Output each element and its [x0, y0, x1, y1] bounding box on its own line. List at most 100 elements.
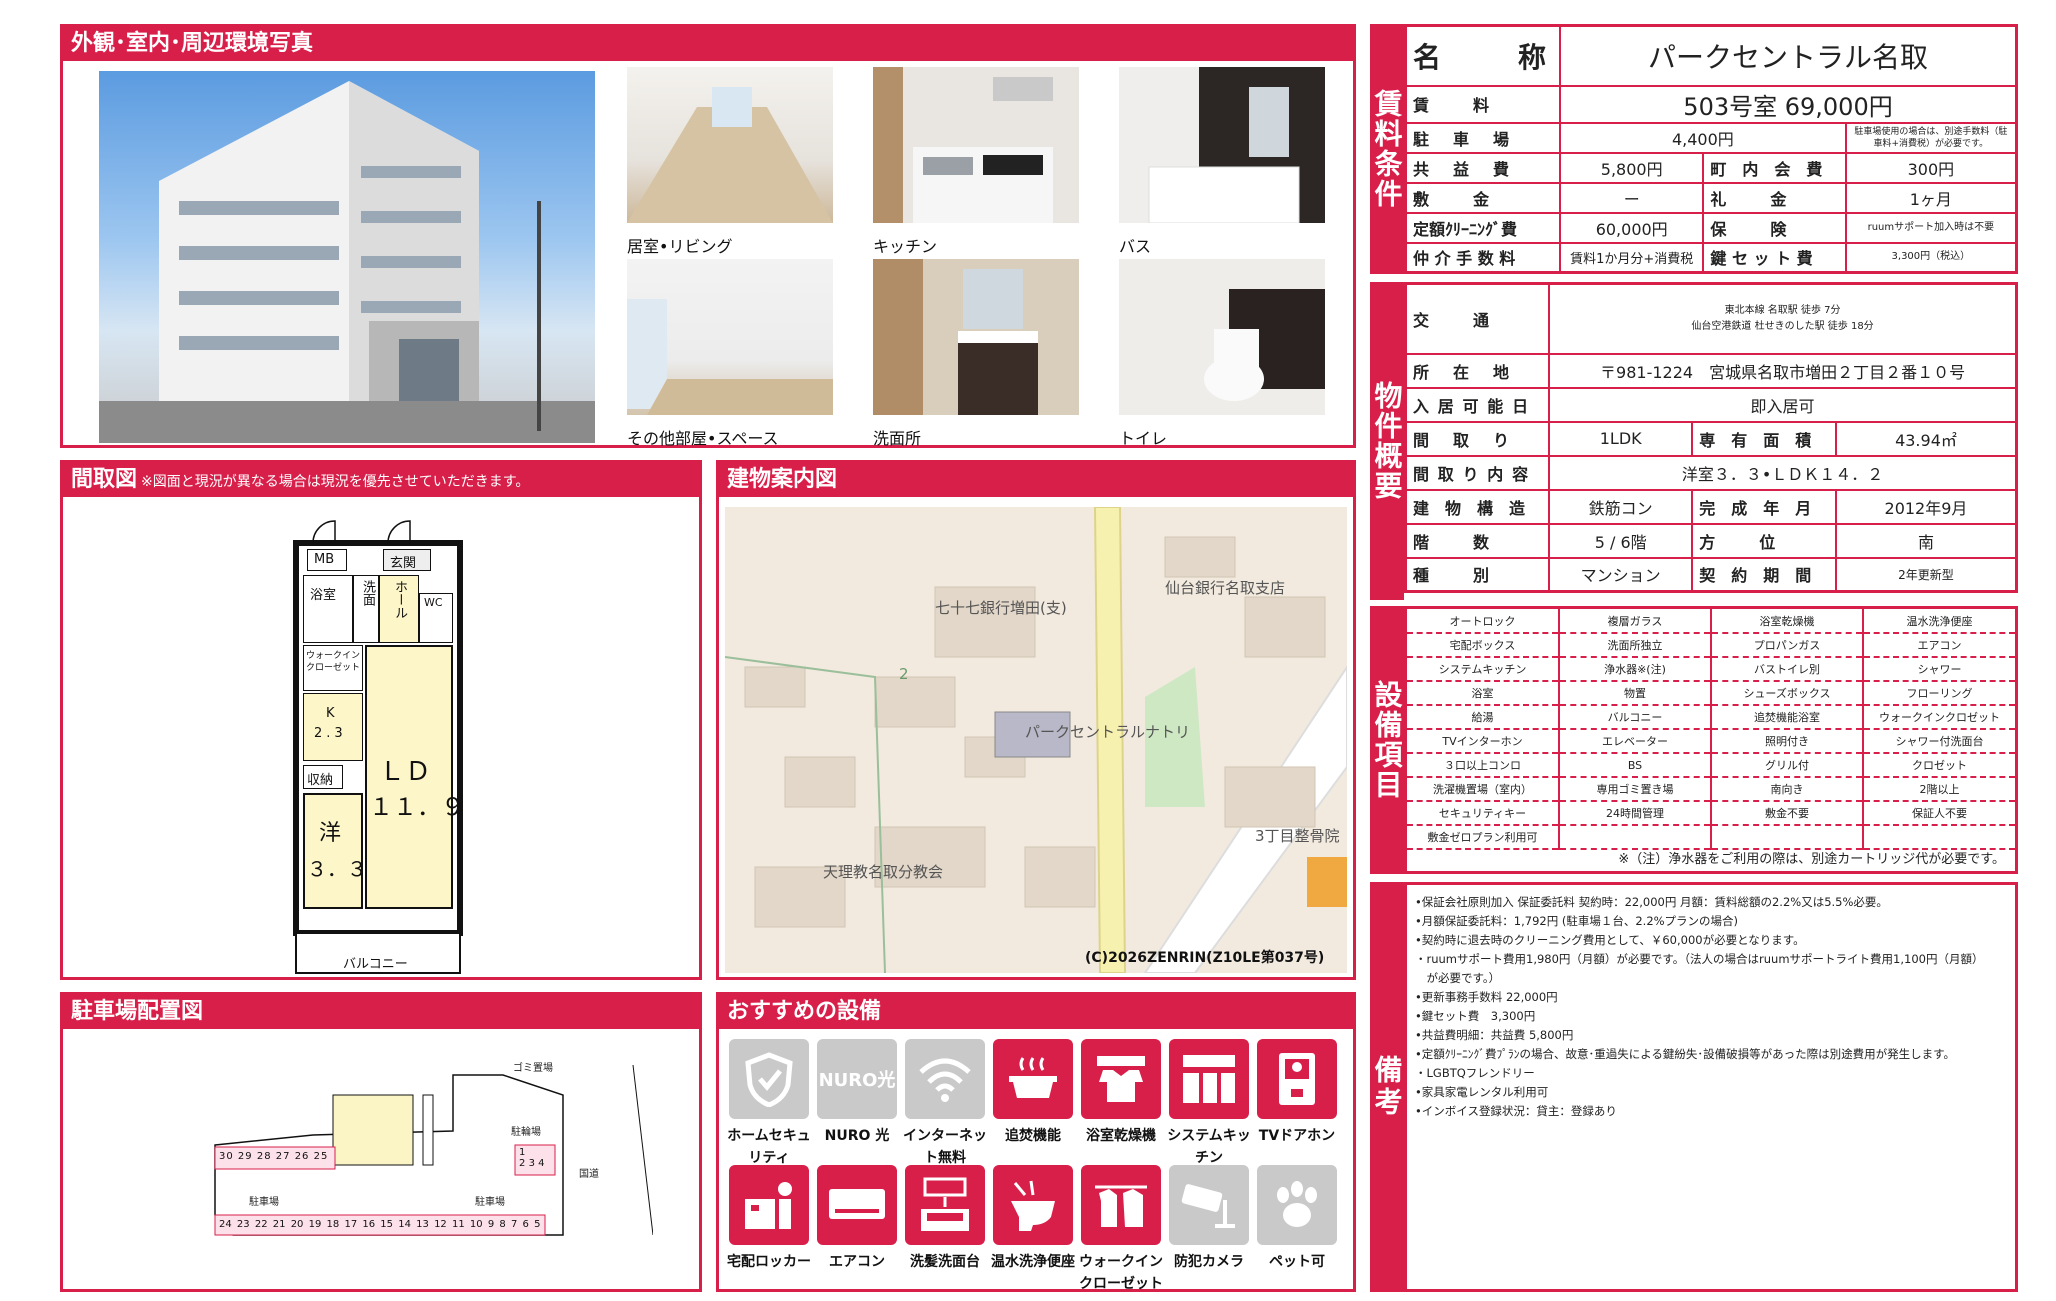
- photo-caption-other-room: その他部屋•スペース: [627, 429, 779, 448]
- parking-diagram: 30 29 28 27 26 25 1 2 3 4 24 23 22 21 20…: [213, 1055, 653, 1245]
- remark-line: •共益費明細：共益費 5,800円: [1415, 1028, 1574, 1042]
- fp-western: 洋 ３．３: [303, 793, 367, 909]
- parking-title: 駐車場配置図: [63, 995, 699, 1029]
- feature-label-home-security: ホームセキュリティ: [727, 1128, 811, 1166]
- feature-label-internet: インターネット無料: [903, 1128, 987, 1166]
- map-label-property: パークセントラルナトリ: [1025, 723, 1191, 741]
- transport-line-1: 東北本線 名取駅 徒歩 7分: [1724, 304, 1841, 316]
- dryer-icon: [1081, 1039, 1161, 1119]
- camera-icon: [1169, 1165, 1249, 1245]
- area-value: 43.94㎡: [1834, 420, 2018, 457]
- map-label-sendai-bank: 仙台銀行名取支店: [1165, 579, 1286, 597]
- parking-right-numbers: 1 2 3 4: [519, 1147, 545, 1169]
- rent-label: 賃 料: [1404, 84, 1562, 124]
- key-money-value: 1ヶ月: [1844, 181, 2018, 214]
- parking-bike-label: 駐輪場: [511, 1127, 541, 1138]
- equipment-item: シューズボックス: [1711, 681, 1864, 706]
- property-name: パークセントラル名取: [1559, 24, 2018, 87]
- town-fee-value: 300円: [1844, 151, 2018, 184]
- photo-caption-washroom: 洗面所: [873, 429, 922, 448]
- floors-value: 5 / 6階: [1548, 522, 1694, 559]
- equipment-item: ウォークインクロゼット: [1863, 705, 2015, 730]
- map-label-clinic: 3丁目整骨院: [1255, 827, 1340, 845]
- remark-line: ・LGBTQフレンドリー: [1415, 1066, 1535, 1080]
- remark-line: •インボイス登録状況：貸主：登録あり: [1415, 1104, 1617, 1118]
- equipment-row: 給湯 バルコニー 追焚機能浴室 ウォークインクロゼット: [1407, 705, 2015, 730]
- insurance-value: ruumサポート加入時は不要: [1844, 211, 2018, 244]
- equipment-item: 洗濯機置場（室内）: [1407, 777, 1560, 802]
- deposit-label: 敷 金: [1404, 181, 1562, 214]
- toilet-icon: [993, 1165, 1073, 1245]
- type-value: マンション: [1548, 556, 1694, 593]
- parking-fee-note: 駐車場使用の場合は、別途手数料（駐車料+消費税）が必要です。: [1844, 121, 2018, 154]
- fp-washroom: 洗面: [353, 575, 379, 643]
- equipment-item: エアコン: [1863, 633, 2015, 658]
- equipment-item: 専用ゴミ置き場: [1559, 777, 1712, 802]
- equipment-table: オートロック 複層ガラス 浴室乾燥機 温水洗浄便座 宅配ボックス 洗面所独立 プロパンガスエ…: [1407, 609, 2015, 850]
- equipment-section-label: 設備項目: [1370, 606, 1404, 874]
- keyset-label: 鍵 セ ッ ト 費: [1702, 241, 1847, 274]
- map-label-number: 2: [899, 665, 909, 683]
- movein-label: 入 居 可 能 日: [1404, 386, 1551, 423]
- key-money-label: 礼 金: [1702, 181, 1847, 214]
- remark-line: •更新事務手数料 22,000円: [1415, 990, 1558, 1004]
- equipment-item: フローリング: [1863, 681, 2015, 706]
- area-map[interactable]: 七十七銀行増田(支) 仙台銀行名取支店 パークセントラルナトリ 3丁目整骨院 天…: [725, 507, 1347, 973]
- equipment-row: 宅配ボックス 洗面所独立 プロパンガス エアコン: [1407, 633, 2015, 658]
- equipment-item: システムキッチン: [1407, 657, 1560, 682]
- address-label: 所 在 地: [1404, 352, 1551, 389]
- equipment-item: TVインターホン: [1407, 729, 1560, 754]
- locker-icon: [729, 1165, 809, 1245]
- equipment-item: 2階以上: [1863, 777, 2015, 802]
- deposit-value: ー: [1559, 181, 1705, 214]
- transport-value: 東北本線 名取駅 徒歩 7分 仙台空港鉄道 杜せきのした駅 徒歩 18分: [1548, 282, 2018, 355]
- remark-line: •定額ｸﾘｰﾆﾝｸﾞ費ﾌﾟﾗﾝの場合、故意･重過失による鍵紛失･設備破損等があっ…: [1415, 1047, 1956, 1061]
- intercom-icon: [1257, 1039, 1337, 1119]
- equipment-row: ３口以上コンロ BS グリル付 クロゼット: [1407, 753, 2015, 778]
- bathtub-icon: [993, 1039, 1073, 1119]
- parking-fee-label: 駐 車 場: [1404, 121, 1562, 154]
- photo-caption-bath: バス: [1119, 237, 1152, 256]
- feature-label-system-kitchen: システムキッチン: [1167, 1128, 1251, 1166]
- feature-label-security-camera: 防犯カメラ: [1174, 1254, 1244, 1270]
- fp-ld: ＬＤ １１．９: [365, 645, 465, 909]
- closet-icon: [1081, 1165, 1161, 1245]
- parking-garbage-label: ゴミ置場: [513, 1063, 553, 1074]
- parking-panel: 駐車場配置図 30 29 28 27 26 25 1 2 3 4 24 23 2…: [60, 992, 702, 1292]
- feature-label-nuro: NURO 光: [824, 1128, 890, 1144]
- feature-label-pets: ペット可: [1269, 1254, 1325, 1270]
- equipment-item: 洗面所独立: [1559, 633, 1712, 658]
- feature-label-tv-intercom: TVドアホン: [1258, 1128, 1336, 1144]
- rent-value: 503号室 69,000円: [1559, 84, 2018, 124]
- brokerage-label: 仲 介 手 数 料: [1404, 241, 1562, 274]
- fp-mb: MB: [307, 549, 347, 571]
- equipment-item: バストイレ別: [1711, 657, 1864, 682]
- feature-label-walkin-closet: ウォークインクローゼット: [1079, 1254, 1163, 1292]
- feature-label-delivery-locker: 宅配ロッカー: [727, 1254, 811, 1270]
- remark-line: が必要です。）: [1415, 971, 1501, 985]
- nuro-icon: NURO光: [817, 1039, 897, 1119]
- feature-label-washlet: 温水洗浄便座: [991, 1254, 1075, 1270]
- remark-line: •月額保証委託料：1,792円 (駐車場１台、2.2%プランの場合): [1415, 914, 1739, 928]
- features-grid: ホームセキュリティ NURO光 NURO 光 インターネット無料 追焚機能 浴室…: [727, 1035, 1349, 1292]
- address-value: 〒981-1224 宮城県名取市増田２丁目２番１０号: [1548, 352, 2018, 389]
- overview-table: 交 通 東北本線 名取駅 徒歩 7分 仙台空港鉄道 杜せきのした駅 徒歩 18分…: [1404, 282, 2018, 593]
- equipment-item: オートロック: [1407, 609, 1560, 634]
- equipment-row: 浴室 物置 シューズボックス フローリング: [1407, 681, 2015, 706]
- keyset-value: 3,300円（税込）: [1844, 241, 2018, 274]
- remark-line: •契約時に退去時のクリーニング費用として、￥60,000が必要となります。: [1415, 933, 1805, 947]
- parking-road-label: 国道: [579, 1169, 599, 1180]
- rent-table: 名 称 パークセントラル名取 賃 料 503号室 69,000円 駐 車 場 4…: [1404, 24, 2018, 274]
- parking-top-numbers: 30 29 28 27 26 25: [219, 1151, 329, 1162]
- fp-hall: ホール: [379, 575, 419, 643]
- equipment-row: TVインターホン エレベーター 照明付き シャワー付洗面台: [1407, 729, 2015, 754]
- equipment-item: 南向き: [1711, 777, 1864, 802]
- features-panel: おすすめの設備 ホームセキュリティ NURO光 NURO 光 インターネット無料…: [716, 992, 1356, 1292]
- feature-label-reheat: 追焚機能: [1005, 1128, 1061, 1144]
- common-fee-label: 共 益 費: [1404, 151, 1562, 184]
- map-title: 建物案内図: [719, 463, 1353, 497]
- equipment-item: バルコニー: [1559, 705, 1712, 730]
- equipment-item: ３口以上コンロ: [1407, 753, 1560, 778]
- structure-label: 建 物 構 造: [1404, 488, 1551, 525]
- completed-label: 完 成 年 月: [1691, 488, 1837, 525]
